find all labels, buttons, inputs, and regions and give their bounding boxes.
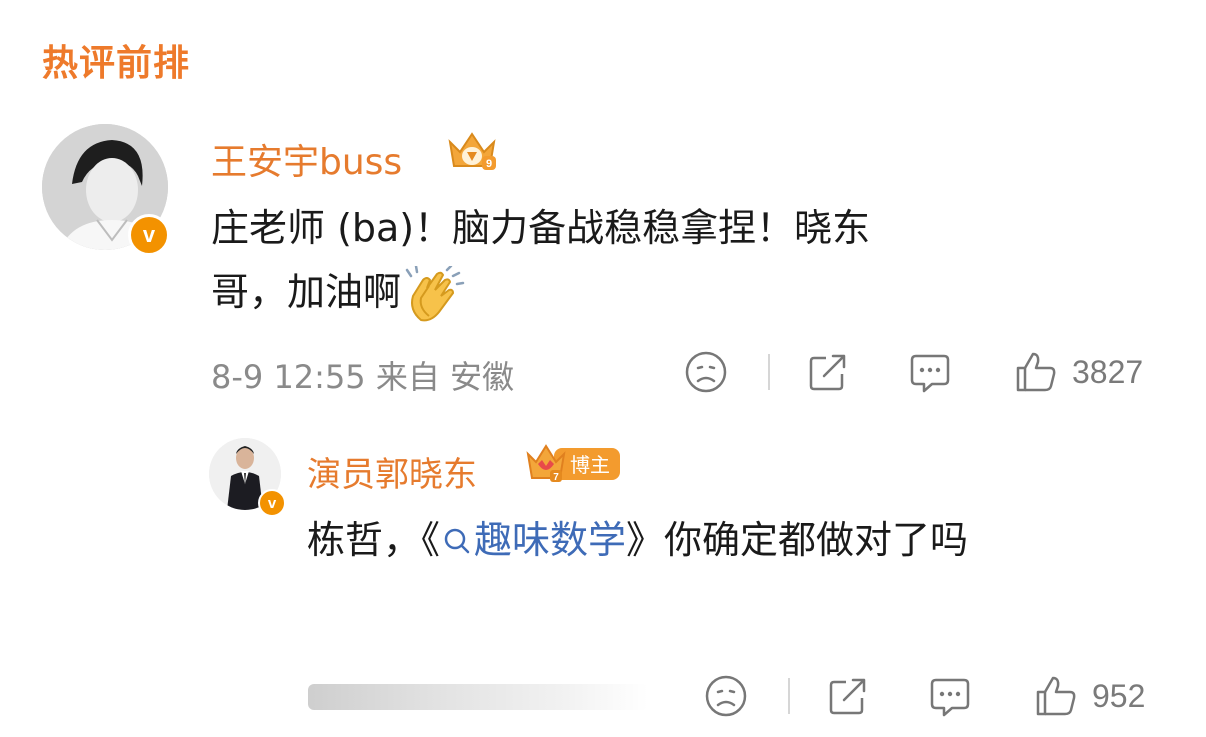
verified-badge: v: [128, 214, 170, 256]
comment-meta: 8-9 12:55 来自 安徽: [211, 358, 515, 396]
comment-icon[interactable]: [908, 350, 952, 394]
svg-text:9: 9: [486, 158, 492, 170]
reply-text-after: 》你确定都做对了吗: [626, 518, 969, 562]
section-title: 热评前排: [42, 43, 191, 84]
comment-author-name[interactable]: 王安宇buss: [211, 133, 402, 185]
thumbs-up-icon[interactable]: [1014, 350, 1058, 394]
comment-actions: 3827: [684, 350, 1143, 394]
crown-icon: 9: [448, 132, 496, 170]
divider: [768, 354, 770, 390]
level-number: 7: [553, 472, 559, 483]
comment-icon[interactable]: [928, 674, 972, 718]
comment-text-line1: 庄老师 (ba)！脑力备战稳稳拿捏！晓东: [211, 206, 871, 250]
like-count: 3827: [1072, 353, 1144, 390]
share-icon[interactable]: [806, 350, 850, 394]
reply-text: 栋哲，《 趣味数学》你确定都做对了吗: [307, 508, 1147, 572]
reply-author-name[interactable]: 演员郭晓东: [307, 447, 477, 496]
blogger-crown-badge: 7 博主: [526, 444, 620, 483]
topic-link[interactable]: 趣味数学: [474, 518, 626, 562]
comment-text-line2: 哥，加油啊: [211, 270, 402, 314]
search-icon: [444, 528, 470, 554]
reply-actions: 952: [704, 674, 1145, 718]
blogger-tag: 博主: [570, 453, 610, 477]
reply-text-before: 栋哲，《: [307, 518, 441, 562]
clapping-hands-icon: [405, 265, 465, 321]
share-icon[interactable]: [826, 674, 870, 718]
verified-badge: v: [258, 489, 286, 517]
like-count: 952: [1092, 677, 1146, 714]
thumbs-up-icon[interactable]: [1034, 674, 1078, 718]
comment-text: 庄老师 (ba)！脑力备战稳稳拿捏！晓东 哥，加油啊: [211, 196, 1111, 324]
blurred-meta: [308, 684, 648, 710]
sad-face-icon[interactable]: [704, 674, 748, 718]
sad-face-icon[interactable]: [684, 350, 728, 394]
divider: [788, 678, 790, 714]
